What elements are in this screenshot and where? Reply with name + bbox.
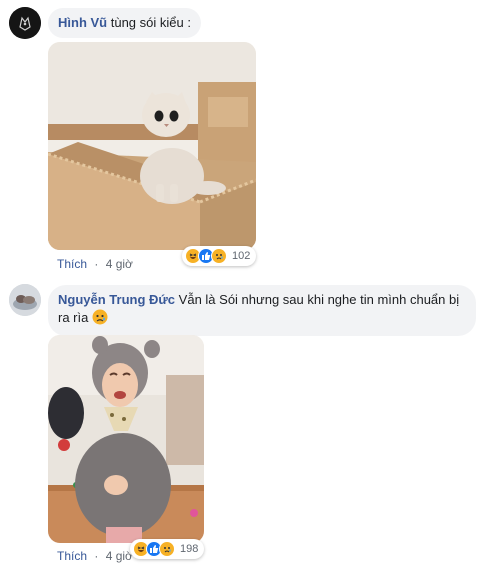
crying-child-image (48, 335, 204, 543)
comment-timestamp[interactable]: 4 giờ (106, 549, 133, 563)
commenter-avatar[interactable] (9, 284, 41, 316)
reaction-summary[interactable]: 102 (182, 246, 257, 266)
comment-actions: Thích · 4 giờ (57, 257, 133, 271)
reaction-summary[interactable]: 198 (130, 539, 205, 559)
comment-actions: Thích · 4 giờ (57, 549, 133, 563)
reaction-count: 102 (232, 250, 251, 262)
comment-text: tùng sói kiểu : (110, 15, 191, 30)
like-link[interactable]: Thích (57, 549, 87, 563)
comment-photo-child[interactable] (48, 335, 204, 543)
separator-dot: · (94, 257, 99, 271)
like-link[interactable]: Thích (57, 257, 87, 271)
cat-in-box-image (48, 42, 256, 250)
sad-face-emoji (92, 309, 108, 330)
sad-icon (159, 541, 175, 557)
comment-author[interactable]: Nguyễn Trung Đức (58, 292, 175, 307)
comment-bubble: Nguyễn Trung Đức Vẫn là Sói nhưng sau kh… (48, 285, 476, 336)
commenter-avatar[interactable] (9, 7, 41, 39)
sad-icon (211, 248, 227, 264)
comment-timestamp[interactable]: 4 giờ (106, 257, 133, 271)
comment-author[interactable]: Hình Vũ (58, 15, 107, 30)
avatar-photo (9, 284, 41, 316)
separator-dot: · (94, 549, 99, 563)
comment-photo-cat[interactable] (48, 42, 256, 250)
comment-text: Vẫn là Sói nhưng sau khi nghe tin mình c… (178, 292, 460, 307)
reaction-count: 198 (180, 543, 199, 555)
comment-bubble: Hình Vũ tùng sói kiểu : (48, 8, 201, 38)
avatar-wolf-logo (9, 7, 41, 39)
comment-text-continued: ra rìa (58, 310, 89, 325)
